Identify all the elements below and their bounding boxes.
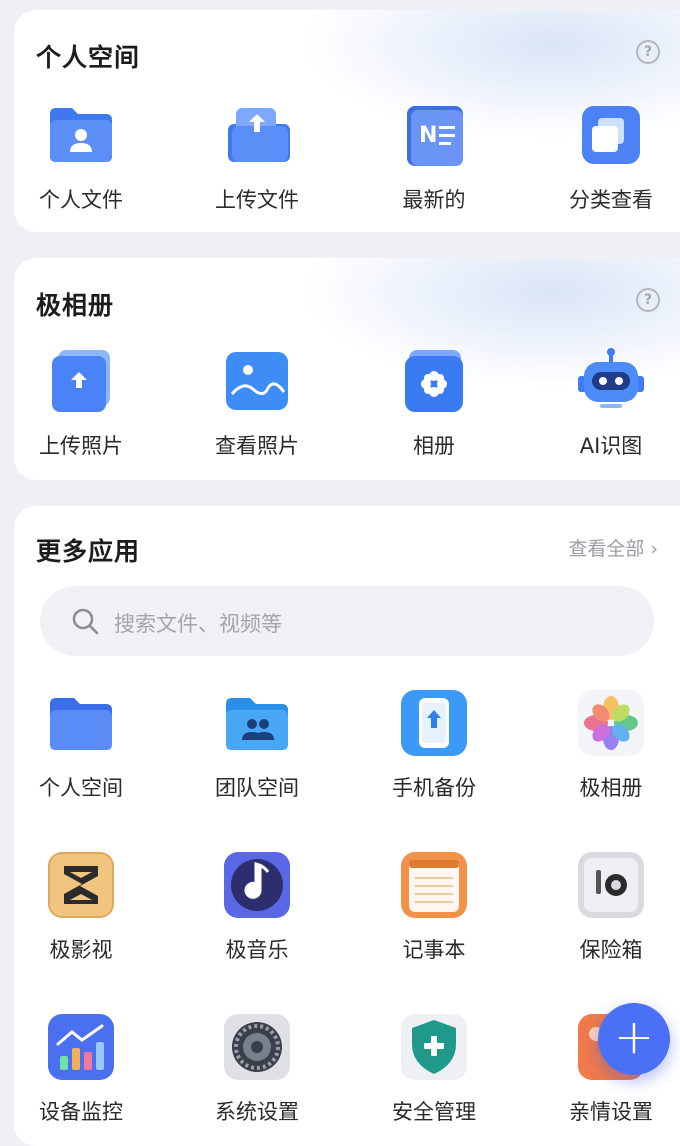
upload-file-label: 上传文件 <box>215 188 299 212</box>
personal-space-folder-icon <box>46 688 116 758</box>
upload-photo-label: 上传照片 <box>39 434 123 458</box>
app-label: 极影视 <box>49 938 113 962</box>
recent-notes-icon: N <box>399 100 469 170</box>
help-icon[interactable]: ? <box>636 40 660 64</box>
upload-file-button[interactable]: 上传文件 <box>182 100 332 214</box>
photo-album-flower-icon <box>576 688 646 758</box>
view-all-link[interactable]: 查看全部 › <box>568 534 658 561</box>
safe-box-icon <box>576 850 646 920</box>
app-label: 极音乐 <box>225 938 289 962</box>
app-team-space[interactable]: 团队空间 <box>182 688 332 802</box>
app-label: 手机备份 <box>392 776 476 800</box>
app-label: 团队空间 <box>215 776 299 800</box>
app-video[interactable]: 极影视 <box>14 850 156 964</box>
album-button[interactable]: 相册 <box>359 346 509 460</box>
album-icon <box>399 346 469 416</box>
app-photo-album[interactable]: 极相册 <box>536 688 680 802</box>
app-personal-space[interactable]: 个人空间 <box>14 688 156 802</box>
app-safe-box[interactable]: 保险箱 <box>536 850 680 964</box>
upload-photo-icon <box>46 346 116 416</box>
video-app-icon <box>46 850 116 920</box>
app-label: 极相册 <box>579 776 643 800</box>
category-view-icon <box>576 100 646 170</box>
app-label: 系统设置 <box>215 1100 299 1124</box>
ai-recognition-button[interactable]: AI识图 <box>536 346 680 460</box>
more-apps-title: 更多应用 <box>36 537 141 566</box>
app-security[interactable]: 安全管理 <box>359 1012 509 1126</box>
upload-photo-button[interactable]: 上传照片 <box>14 346 156 460</box>
app-label: 亲情设置 <box>569 1100 653 1124</box>
help-icon[interactable]: ? <box>636 288 660 312</box>
add-button[interactable]: + <box>598 1003 670 1075</box>
add-icon: + <box>613 1009 655 1065</box>
security-shield-icon <box>399 1012 469 1082</box>
svg-text:N: N <box>419 123 437 148</box>
album-label: 相册 <box>413 434 455 458</box>
ai-recognition-label: AI识图 <box>579 434 643 458</box>
recent-button[interactable]: N 最新的 <box>359 100 509 214</box>
personal-files-label: 个人文件 <box>39 188 123 212</box>
app-label: 个人空间 <box>39 776 123 800</box>
more-apps-card: 更多应用 查看全部 › 搜索文件、视频等 个人空间 团队空间 手机备份 极相册 … <box>14 506 680 1146</box>
category-view-button[interactable]: 分类查看 <box>536 100 680 214</box>
view-photos-button[interactable]: 查看照片 <box>182 346 332 460</box>
view-photos-icon <box>222 346 292 416</box>
recent-label: 最新的 <box>402 188 466 212</box>
app-label: 记事本 <box>402 938 466 962</box>
album-title: 极相册 <box>36 291 115 320</box>
app-label: 设备监控 <box>39 1100 123 1124</box>
app-phone-backup[interactable]: 手机备份 <box>359 688 509 802</box>
album-card: 极相册 ? 上传照片 查看照片 相册 AI识图 <box>14 258 680 480</box>
notepad-icon <box>399 850 469 920</box>
phone-backup-icon <box>399 688 469 758</box>
system-settings-gear-icon <box>222 1012 292 1082</box>
personal-files-button[interactable]: 个人文件 <box>14 100 156 214</box>
view-all-label: 查看全部 <box>568 538 645 560</box>
view-photos-label: 查看照片 <box>215 434 299 458</box>
device-monitor-chart-icon <box>46 1012 116 1082</box>
search-placeholder: 搜索文件、视频等 <box>114 612 282 636</box>
app-system-settings[interactable]: 系统设置 <box>182 1012 332 1126</box>
app-label: 保险箱 <box>579 938 643 962</box>
team-space-folder-icon <box>222 688 292 758</box>
personal-space-card: 个人空间 ? 个人文件 上传文件 N 最新的 分类查看 <box>14 10 680 232</box>
search-input[interactable]: 搜索文件、视频等 <box>40 586 654 656</box>
music-note-icon <box>222 850 292 920</box>
ai-robot-icon <box>576 346 646 416</box>
app-music[interactable]: 极音乐 <box>182 850 332 964</box>
personal-files-icon <box>46 100 116 170</box>
app-device-monitor[interactable]: 设备监控 <box>14 1012 156 1126</box>
search-icon <box>72 608 99 635</box>
app-notepad[interactable]: 记事本 <box>359 850 509 964</box>
personal-space-title: 个人空间 <box>36 43 141 72</box>
chevron-right-icon: › <box>650 538 658 560</box>
upload-file-icon <box>222 100 292 170</box>
category-view-label: 分类查看 <box>569 188 653 212</box>
app-label: 安全管理 <box>392 1100 476 1124</box>
